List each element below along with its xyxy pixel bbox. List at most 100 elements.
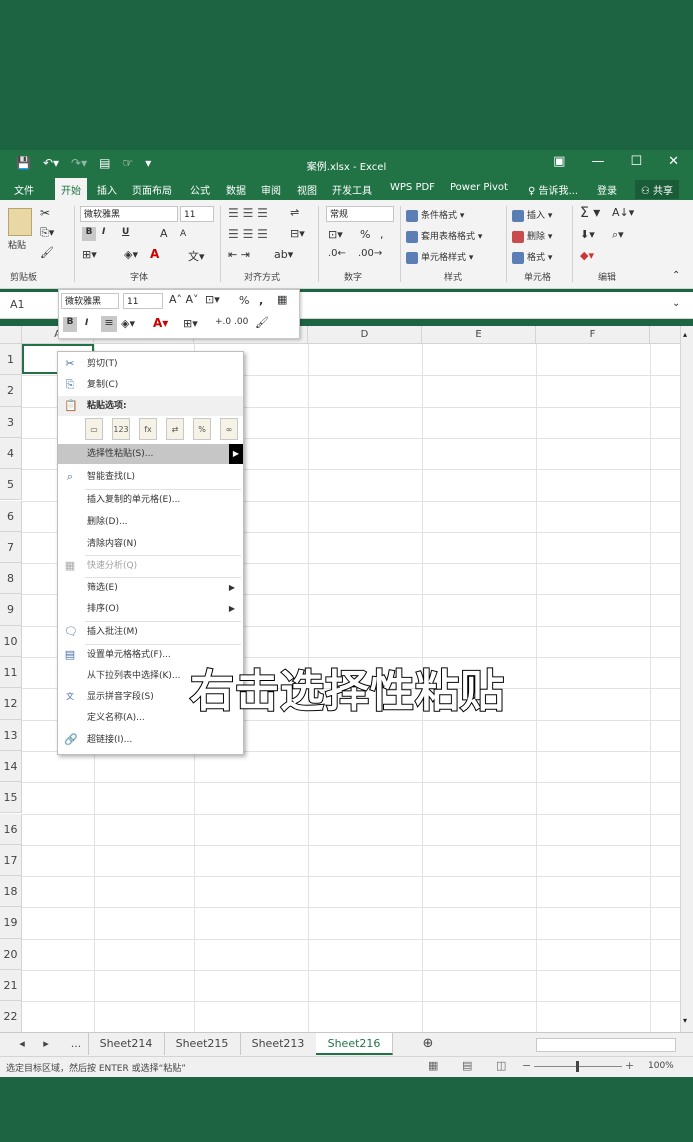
percent-button[interactable]: % <box>360 228 370 241</box>
underline-button[interactable]: U <box>122 227 129 237</box>
top-align-icon[interactable]: ☰ ☰ ☰ <box>228 206 268 220</box>
ribbon-display-icon[interactable]: ▣ <box>553 154 565 169</box>
add-sheet-icon[interactable]: ⊕ <box>418 1033 438 1055</box>
conditional-format-button[interactable]: 条件格式 ▾ <box>406 208 464 222</box>
next-sheet-icon[interactable]: ▸ <box>38 1033 54 1055</box>
merge-icon[interactable]: ⊟▾ <box>290 227 305 240</box>
row-header-22[interactable]: 22 <box>0 1001 22 1032</box>
scroll-down-icon[interactable]: ▾ <box>683 1016 687 1025</box>
tab-developer[interactable]: 开发工具 <box>332 182 372 197</box>
tab-data[interactable]: 数据 <box>226 182 246 197</box>
sheet-tab-214[interactable]: Sheet214 <box>88 1033 165 1055</box>
bold-button[interactable]: B <box>82 227 96 241</box>
menu-item-smart-lookup[interactable]: ⌕ 智能查找(L) <box>58 467 243 487</box>
select-all-corner[interactable] <box>0 326 22 344</box>
row-header-18[interactable]: 18 <box>0 876 22 908</box>
paste-icon[interactable] <box>8 208 32 236</box>
column-header-g[interactable] <box>650 326 680 344</box>
row-header-11[interactable]: 11 <box>0 657 22 689</box>
row-header-2[interactable]: 2 <box>0 375 22 407</box>
column-header-d[interactable]: D <box>308 326 422 344</box>
page-break-view-icon[interactable]: ◫ <box>496 1059 506 1072</box>
mini-accounting-icon[interactable]: ⊡▾ <box>205 293 220 306</box>
prev-sheet-icon[interactable]: ◂ <box>14 1033 30 1055</box>
paste-values-icon[interactable]: 123 <box>112 418 130 440</box>
paste-icon[interactable]: ▭ <box>85 418 103 440</box>
mini-format-icon[interactable]: ▦ <box>277 293 287 306</box>
sheet-tab-215[interactable]: Sheet215 <box>164 1033 241 1055</box>
mini-font-size-select[interactable]: 11 <box>123 293 163 309</box>
number-format-select[interactable]: 常规 <box>326 206 394 222</box>
login-link[interactable]: 登录 <box>597 182 617 197</box>
delete-cells-button[interactable]: 删除 ▾ <box>512 229 552 243</box>
borders-icon[interactable]: ⊞▾ <box>82 248 97 261</box>
menu-item-format-cells[interactable]: ▤ 设置单元格格式(F)... <box>58 645 243 665</box>
minimize-icon[interactable]: — <box>591 154 604 169</box>
expand-formula-icon[interactable]: ⌄ <box>672 298 680 309</box>
comma-button[interactable]: , <box>380 228 384 241</box>
menu-item-sort[interactable]: 排序(O) ▶ <box>58 599 243 619</box>
tab-power-pivot[interactable]: Power Pivot <box>450 182 508 193</box>
share-button[interactable]: ⚇ 共享 <box>634 180 679 199</box>
menu-item-paste-special[interactable]: 选择性粘贴(S)... ▶ <box>58 444 243 464</box>
zoom-slider-thumb[interactable] <box>576 1061 579 1072</box>
row-header-15[interactable]: 15 <box>0 782 22 814</box>
mini-format-painter-icon[interactable]: 🖌 <box>255 316 269 329</box>
row-header-9[interactable]: 9 <box>0 594 22 626</box>
row-header-12[interactable]: 12 <box>0 688 22 720</box>
menu-item-clear[interactable]: 清除内容(N) <box>58 534 243 554</box>
clear-icon[interactable]: ◆▾ <box>580 249 594 262</box>
mini-grow-font-icon[interactable]: A˄ A˅ <box>169 293 199 306</box>
name-box[interactable]: A1 <box>4 296 60 314</box>
decimal-decrease-icon[interactable]: .00→ <box>358 248 382 259</box>
orientation-icon[interactable]: ab▾ <box>274 248 293 261</box>
tab-page-layout[interactable]: 页面布局 <box>132 182 172 197</box>
paste-formatting-icon[interactable]: % <box>193 418 211 440</box>
sheet-tab-216[interactable]: Sheet216 <box>316 1033 393 1055</box>
autosum-button[interactable]: Σ ▾ <box>580 205 600 221</box>
mini-decimal-icons[interactable]: +.0 .00 <box>215 317 248 327</box>
normal-view-icon[interactable]: ▦ <box>428 1059 438 1072</box>
wrap-text-icon[interactable]: ⇌ <box>290 206 299 219</box>
format-cells-button[interactable]: 格式 ▾ <box>512 250 552 264</box>
menu-item-hyperlink[interactable]: 🔗 超链接(I)... <box>58 730 243 750</box>
row-header-10[interactable]: 10 <box>0 625 22 657</box>
maximize-icon[interactable]: ☐ <box>630 154 642 169</box>
row-header-3[interactable]: 3 <box>0 406 22 438</box>
row-header-8[interactable]: 8 <box>0 563 22 595</box>
paste-link-icon[interactable]: ∞ <box>220 418 238 440</box>
tab-file[interactable]: 文件 <box>14 182 34 197</box>
zoom-in-icon[interactable]: + <box>625 1059 634 1072</box>
vertical-scrollbar[interactable]: ▴ ▾ <box>680 326 693 1032</box>
menu-item-insert-copied[interactable]: 插入复制的单元格(E)... <box>58 490 243 510</box>
tell-me-search[interactable]: ♀ 告诉我... <box>528 182 578 197</box>
sheet-tab-213[interactable]: Sheet213 <box>240 1033 317 1055</box>
italic-button[interactable]: I <box>102 227 105 237</box>
fill-icon[interactable]: ⬇▾ <box>580 228 595 241</box>
tab-insert[interactable]: 插入 <box>97 182 117 197</box>
column-header-f[interactable]: F <box>536 326 650 344</box>
horizontal-scrollbar[interactable] <box>536 1038 676 1052</box>
grow-font-button[interactable]: A <box>160 227 168 240</box>
row-header-7[interactable]: 7 <box>0 531 22 564</box>
tab-formulas[interactable]: 公式 <box>190 182 210 197</box>
menu-item-filter[interactable]: 筛选(E) ▶ <box>58 578 243 598</box>
row-header-5[interactable]: 5 <box>0 469 22 501</box>
fill-color-icon[interactable]: ◈▾ <box>124 248 138 261</box>
menu-item-cut[interactable]: ✂ 剪切(T) <box>58 354 243 374</box>
font-color-icon[interactable]: A <box>150 247 159 261</box>
row-header-4[interactable]: 4 <box>0 437 22 470</box>
scroll-up-icon[interactable]: ▴ <box>683 330 687 339</box>
zoom-level[interactable]: 100% <box>648 1061 674 1071</box>
format-painter-icon[interactable]: 🖌 <box>40 246 54 259</box>
font-size-select[interactable]: 11 <box>180 206 214 222</box>
row-header-14[interactable]: 14 <box>0 750 22 783</box>
copy-icon[interactable]: ⎘▾ <box>40 226 54 240</box>
sheet-tab-more[interactable]: ... <box>64 1033 89 1055</box>
accounting-icon[interactable]: ⊡▾ <box>328 228 343 241</box>
paste-transpose-icon[interactable]: ⇄ <box>166 418 184 440</box>
paste-formulas-icon[interactable]: fx <box>139 418 157 440</box>
row-header-19[interactable]: 19 <box>0 907 22 939</box>
zoom-out-icon[interactable]: − <box>522 1059 531 1072</box>
tab-review[interactable]: 审阅 <box>261 182 281 197</box>
